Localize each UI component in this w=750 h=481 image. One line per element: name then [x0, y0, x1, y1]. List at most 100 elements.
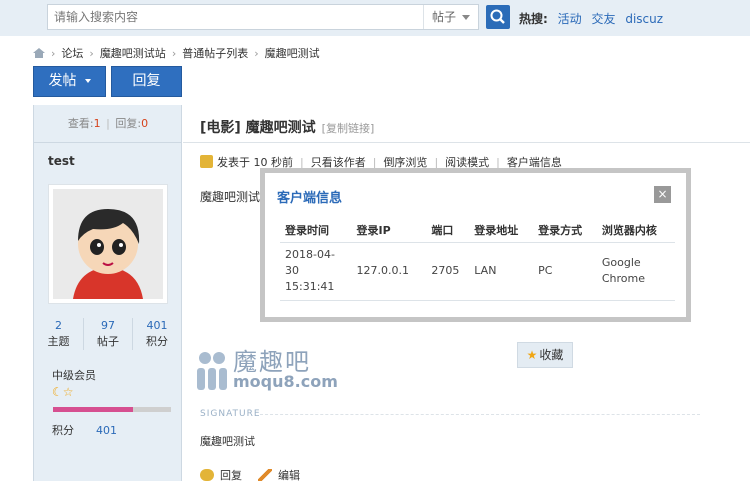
chevron-down-icon — [84, 79, 91, 83]
chevron-down-icon — [462, 15, 471, 20]
header-browser-engine: 浏览器内核 — [596, 218, 675, 243]
reply-action[interactable]: 回复 — [200, 469, 242, 481]
hot-link-activity[interactable]: 活动 — [558, 12, 582, 26]
author-points: 积分 401 — [52, 422, 117, 438]
breadcrumb-site[interactable]: 魔趣吧测试站 — [100, 47, 166, 60]
hot-link-dating[interactable]: 交友 — [591, 12, 615, 26]
pencil-icon — [258, 469, 272, 481]
author-counts: 2 主题 97 帖子 401 积分 — [34, 318, 182, 350]
post-button-label: 发帖 — [48, 73, 77, 89]
search-button[interactable] — [486, 5, 510, 29]
count-threads-label: 主题 — [47, 335, 70, 348]
count-points[interactable]: 401 积分 — [132, 318, 181, 350]
hot-search: 热搜: 活动 交友 discuz — [519, 10, 669, 27]
watermark-en: moqu8.com — [233, 372, 338, 391]
watermark-logo: 魔趣吧 moqu8.com — [195, 342, 365, 398]
cell-browser: Google Chrome — [596, 242, 675, 301]
top-bar: 帖子 热搜: 活动 交友 discuz — [0, 0, 750, 36]
points-value[interactable]: 401 — [96, 424, 117, 437]
count-points-value: 401 — [146, 319, 168, 332]
star-icon: ★ — [526, 348, 538, 362]
edit-action-label: 编辑 — [278, 469, 300, 481]
login-info-table: 登录时间 登录IP 端口 登录地址 登录方式 浏览器内核 2018-04- 30 1… — [280, 218, 675, 301]
table-row: 2018-04- 30 15:31:41 127.0.0.1 2705 LAN PC… — [280, 242, 675, 301]
user-rank[interactable]: 中级会员 — [52, 367, 96, 383]
reply-button-label: 回复 — [132, 73, 161, 89]
views-count: 1 — [93, 117, 101, 130]
cell-login-time: 2018-04- 30 15:31:41 — [280, 242, 352, 301]
thread-title-text: [电影] 魔趣吧测试 — [200, 120, 316, 136]
breadcrumb-separator: › — [89, 47, 94, 60]
cell-login-ip: 127.0.0.1 — [351, 242, 427, 301]
client-info-dialog: 客户端信息 × 登录时间 登录IP 端口 登录地址 登录方式 浏览器内核 201… — [260, 168, 691, 322]
reply-button[interactable]: 回复 — [111, 66, 182, 97]
points-label: 积分 — [52, 424, 74, 437]
header-port: 端口 — [426, 218, 470, 243]
header-login-address: 登录地址 — [469, 218, 534, 243]
hot-search-label: 热搜: — [519, 12, 548, 26]
signature-text: 魔趣吧测试 — [200, 435, 255, 448]
thread-header: [电影] 魔趣吧测试 [复制链接] — [183, 105, 750, 143]
breadcrumb-list[interactable]: 普通帖子列表 — [182, 47, 248, 60]
hot-link-discuz[interactable]: discuz — [625, 12, 663, 26]
count-posts-label: 帖子 — [97, 335, 119, 348]
reply-icon — [200, 469, 214, 481]
table-header-row: 登录时间 登录IP 端口 登录地址 登录方式 浏览器内核 — [280, 218, 675, 243]
home-icon[interactable] — [33, 48, 45, 58]
browser-line-2: Chrome — [601, 272, 646, 285]
logo-icon — [197, 352, 227, 390]
level-progress-fill — [53, 407, 134, 412]
avatar[interactable] — [48, 184, 168, 304]
signature-divider — [260, 414, 700, 415]
thread-title: [电影] 魔趣吧测试 [复制链接] — [200, 117, 374, 137]
breadcrumb-separator: › — [171, 47, 177, 60]
favorite-button[interactable]: ★ 收藏 — [517, 342, 573, 368]
stats-divider: | — [106, 117, 110, 130]
dialog-title: 客户端信息 — [277, 191, 343, 206]
time-date: 2018-04- — [285, 248, 335, 261]
search-icon — [490, 9, 505, 24]
header-login-ip: 登录IP — [351, 218, 427, 243]
author-icon — [200, 155, 213, 168]
author-sidebar: 查看:1 | 回复:0 test 2 主题 97 帖子 401 积分 中级会员 ☾☆ … — [33, 105, 182, 481]
replies-count: 0 — [141, 117, 149, 130]
search-box: 帖子 — [47, 4, 479, 30]
count-points-label: 积分 — [146, 335, 168, 348]
close-icon[interactable]: × — [654, 186, 671, 203]
replies-label: 回复: — [115, 117, 142, 130]
search-type-label: 帖子 — [432, 10, 457, 24]
search-input[interactable] — [48, 5, 423, 29]
post-button[interactable]: 发帖 — [33, 66, 106, 97]
post-content: 魔趣吧测试 — [200, 190, 261, 204]
post-actions: 回复 编辑 — [200, 467, 300, 481]
copy-link[interactable]: [复制链接] — [322, 122, 375, 135]
breadcrumb-separator: › — [254, 47, 259, 60]
count-posts-value: 97 — [101, 319, 115, 332]
time-day: 30 — [285, 264, 299, 277]
avatar-image — [53, 189, 163, 299]
browser-line-1: Google — [601, 256, 641, 269]
views-label: 查看: — [67, 117, 94, 130]
search-type-select[interactable]: 帖子 — [423, 5, 479, 29]
author-name[interactable]: test — [48, 154, 75, 168]
breadcrumb-separator: › — [51, 47, 56, 60]
header-login-method: 登录方式 — [533, 218, 597, 243]
level-progress-bar — [53, 407, 171, 412]
breadcrumb-forum[interactable]: 论坛 — [61, 47, 83, 60]
favorite-label: 收藏 — [539, 348, 564, 362]
header-login-time: 登录时间 — [280, 218, 352, 243]
breadcrumb: › 论坛 › 魔趣吧测试站 › 普通帖子列表 › 魔趣吧测试 — [33, 45, 320, 61]
cell-address: LAN — [469, 242, 534, 301]
count-threads-value: 2 — [55, 319, 62, 332]
signature-label: SIGNATURE — [200, 409, 261, 419]
rank-stars-icon: ☾☆ — [52, 385, 74, 399]
count-threads[interactable]: 2 主题 — [34, 318, 83, 350]
count-posts[interactable]: 97 帖子 — [83, 318, 132, 350]
cell-port: 2705 — [426, 242, 470, 301]
reply-action-label: 回复 — [220, 469, 242, 481]
thread-stats: 查看:1 | 回复:0 — [34, 105, 182, 143]
cell-method: PC — [533, 242, 597, 301]
time-clock: 15:31:41 — [285, 280, 335, 293]
breadcrumb-current[interactable]: 魔趣吧测试 — [265, 47, 320, 60]
edit-action[interactable]: 编辑 — [242, 469, 300, 481]
